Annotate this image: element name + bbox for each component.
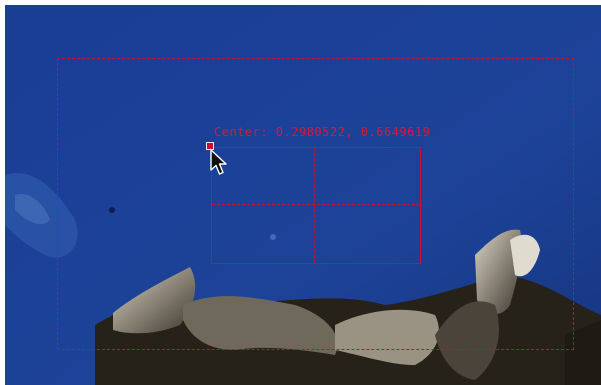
vertical-center-guide <box>314 148 315 263</box>
arrow-cursor-icon <box>210 149 227 175</box>
horizontal-center-guide <box>212 204 420 205</box>
video-viewer[interactable]: Center: 0.2980522, 0.6649619 <box>5 5 601 385</box>
center-box-widget[interactable] <box>211 147 421 264</box>
center-coordinate-label: Center: 0.2980522, 0.6649619 <box>214 125 431 139</box>
